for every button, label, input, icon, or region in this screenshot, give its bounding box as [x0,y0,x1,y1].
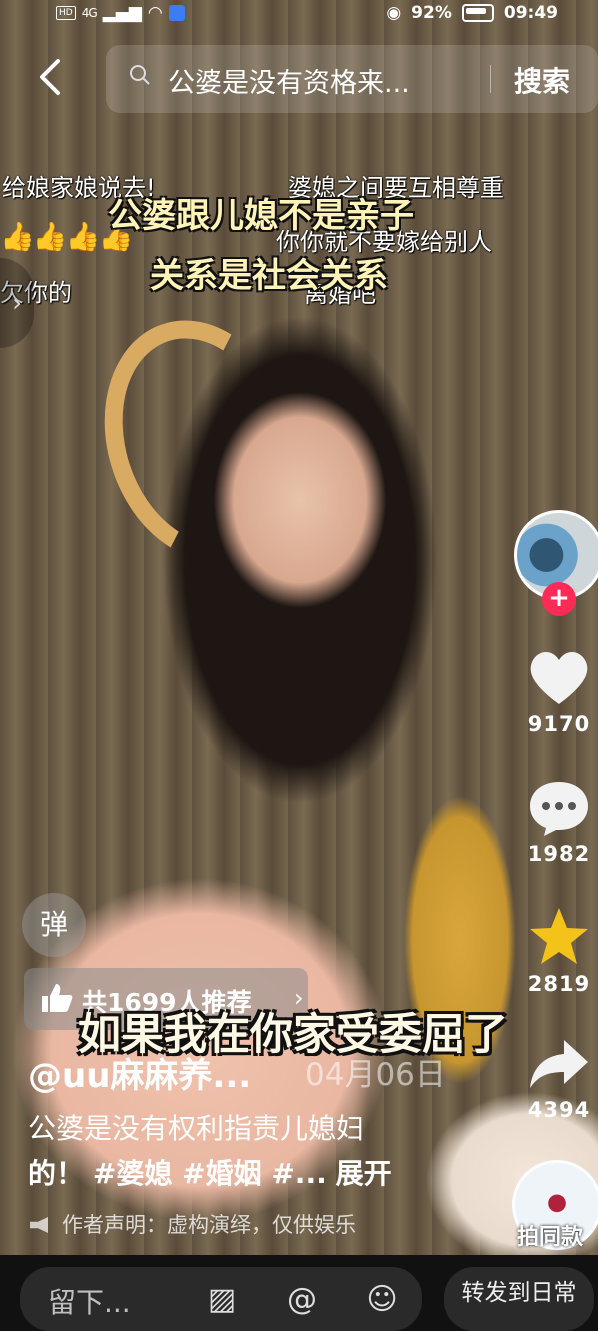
signal-icon: ▂▄▆ [102,3,142,23]
like-button[interactable]: 9170 [520,648,598,736]
network-label: 4G [81,6,98,20]
bottom-bar: 留下... ▨ @ ☺ 转发到日常 [0,1255,598,1331]
expand-button[interactable]: 展开 [336,1157,392,1190]
star-icon [530,908,588,964]
chevron-right-icon: › [12,289,22,317]
emoji-icon[interactable]: ☺ [364,1282,400,1318]
thumbs-up-icon [42,984,73,1012]
comment-placeholder: 留下... [48,1286,131,1319]
back-button[interactable] [32,57,68,101]
app-notification-icon [168,5,185,21]
hd-badge: HD [56,6,76,20]
post-date: 04月06日 [305,1057,446,1093]
share-button[interactable]: 4394 [520,1036,598,1122]
comment-button[interactable]: 1982 [520,778,598,866]
plus-icon: + [548,583,570,613]
favorite-count: 2819 [527,972,591,996]
status-bar: HD 4G ▂▄▆ ◠ ◉ 92% 09:49 [0,0,598,28]
video-caption-line1: 公婆跟儿媳不是亲子 [108,196,414,236]
author-disclaimer: 作者声明：虚构演绎，仅供娱乐 [30,1209,356,1239]
battery-percent: 92% [411,3,452,23]
danmaku-toggle-button[interactable]: 弹 [22,893,86,957]
video-caption-line2: 关系是社会关系 [150,256,388,296]
clock: 09:49 [503,3,558,23]
battery-icon [461,4,494,22]
author-name[interactable]: @uu麻麻养... [28,1048,251,1097]
description-text: 的！ [28,1157,85,1190]
follow-button[interactable]: + [542,582,576,616]
status-left: HD 4G ▂▄▆ ◠ [56,3,185,23]
share-arrow-icon [530,1040,588,1088]
eye-icon: ◉ [386,3,402,23]
wifi-icon: ◠ [147,3,163,23]
search-icon [130,65,150,85]
status-right: ◉ 92% 09:49 [386,3,558,23]
search-button[interactable]: 搜索 [514,60,570,100]
favorite-button[interactable]: 2819 [520,906,598,996]
search-input[interactable]: 公婆是没有资格来... [168,61,410,100]
image-icon[interactable]: ▨ [204,1282,240,1318]
comment-count: 1982 [527,842,591,866]
mention-icon[interactable]: @ [284,1282,320,1318]
search-box[interactable]: 公婆是没有资格来... 搜索 [106,45,598,113]
heart-icon [530,651,588,704]
search-row: 公婆是没有资格来... 搜索 [0,45,598,113]
like-count: 9170 [527,712,591,736]
disclaimer-text: 作者声明：虚构演绎，仅供娱乐 [62,1213,356,1237]
description-line1: 公婆是没有权利指责儿媳妇 [28,1112,365,1145]
share-count: 4394 [527,1098,591,1122]
back-arrow-icon [40,59,60,95]
comment-input[interactable]: 留下... ▨ @ ☺ [20,1267,422,1331]
comment-bubble-icon [530,782,588,836]
megaphone-icon [30,1217,48,1233]
same-style-label[interactable]: 拍同款 [517,1219,583,1251]
search-divider [490,65,491,93]
share-to-daily-button[interactable]: 转发到日常 [444,1267,594,1331]
hashtags[interactable]: #婆媳 #婚姻 #... [93,1157,327,1190]
description-line2: 的！ #婆媳 #婚姻 #... 展开 [28,1152,392,1192]
video-headband-shape [74,295,328,587]
